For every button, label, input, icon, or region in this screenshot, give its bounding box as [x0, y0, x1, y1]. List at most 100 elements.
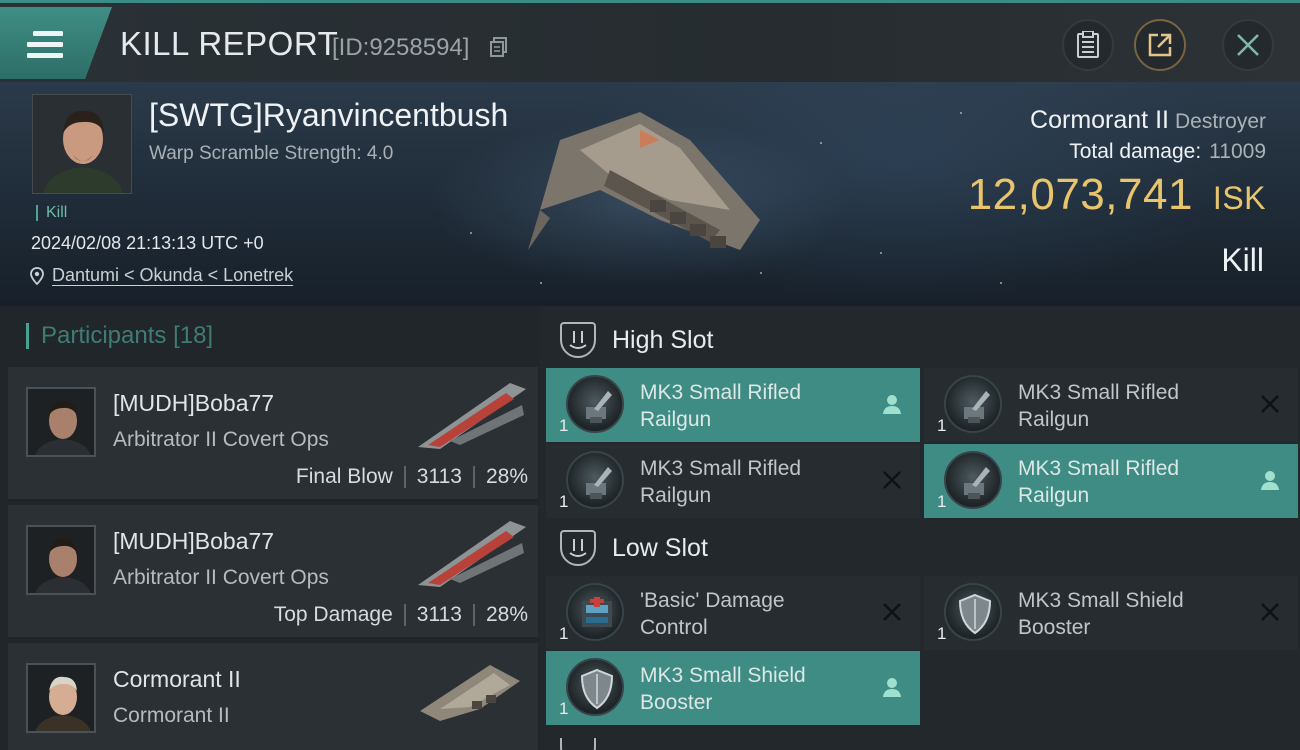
- module-quantity: 1: [937, 416, 947, 435]
- menu-button[interactable]: [0, 7, 112, 79]
- participant-stats: Final Blow 3113 28%: [296, 465, 528, 489]
- participant-stats: Top Damage 3113 28%: [274, 603, 528, 627]
- module-item[interactable]: 1 'Basic' Damage Control: [546, 576, 920, 650]
- participant-name: [MUDH]Boba77: [113, 528, 275, 554]
- module-name-line1: MK3 Small Shield: [640, 664, 806, 687]
- module-name-line2: Railgun: [640, 408, 712, 431]
- close-button[interactable]: [1222, 19, 1274, 71]
- participants-label: Participants: [41, 322, 167, 349]
- module-name: MK3 Small Rifled Railgun: [1018, 379, 1238, 433]
- module-name: MK3 Small Rifled Railgun: [1018, 455, 1238, 509]
- low-slot-header: Low Slot: [560, 530, 708, 566]
- share-button[interactable]: [1134, 19, 1186, 71]
- clipboard-button[interactable]: [1062, 19, 1114, 71]
- close-icon: [1237, 34, 1259, 56]
- participant-name: Cormorant II: [113, 666, 241, 692]
- module-name-line2: Railgun: [1018, 484, 1090, 507]
- total-damage-label: Total damage:: [1069, 140, 1202, 163]
- module-item[interactable]: 1 MK3 Small Rifled Railgun: [546, 444, 920, 518]
- destroyed-x-icon: [883, 603, 901, 621]
- participant-row[interactable]: Cormorant II Cormorant II: [8, 643, 538, 750]
- participants-header: Participants [18]: [26, 323, 213, 349]
- railgun-icon: [566, 375, 624, 433]
- page-title: KILL REPORT: [120, 25, 339, 62]
- copy-icon[interactable]: [490, 37, 508, 57]
- character-portrait-icon: [28, 665, 94, 731]
- low-slot-icon: [560, 530, 596, 566]
- participant-percent: 28%: [485, 465, 528, 488]
- top-bar: KILL REPORT [ID:9258594]: [0, 0, 1300, 82]
- participant-avatar: [26, 525, 96, 595]
- participant-name: [MUDH]Boba77: [113, 390, 275, 416]
- module-name-line2: Railgun: [1018, 408, 1090, 431]
- divider: [403, 604, 406, 626]
- high-slot-header: High Slot: [560, 322, 713, 358]
- shield-booster-icon: [566, 658, 624, 716]
- module-name-line2: Railgun: [640, 484, 712, 507]
- module-quantity: 1: [937, 624, 947, 643]
- participant-avatar: [26, 387, 96, 457]
- shield-booster-icon: [944, 583, 1002, 641]
- victim-summary: [SWTG]Ryanvincentbush Warp Scramble Stre…: [0, 82, 1300, 306]
- module-quantity: 1: [559, 416, 569, 435]
- module-item[interactable]: 1 MK3 Small Rifled Railgun: [546, 368, 920, 442]
- module-name-line1: MK3 Small Shield: [1018, 589, 1184, 612]
- module-quantity: 1: [937, 492, 947, 511]
- module-name: MK3 Small Rifled Railgun: [640, 379, 860, 433]
- hamburger-icon: [27, 31, 63, 64]
- victim-portrait[interactable]: [32, 94, 132, 194]
- fittings-panel: High Slot 1 MK3 Small Rifled Railgun 1 MK…: [540, 306, 1300, 750]
- share-icon: [1148, 33, 1172, 57]
- victim-name[interactable]: [SWTG]Ryanvincentbush: [149, 97, 508, 134]
- high-slot-icon: [560, 322, 596, 358]
- module-name-line2: Booster: [1018, 616, 1091, 639]
- total-damage: Total damage: 11009: [1069, 140, 1266, 164]
- character-portrait-icon: [33, 95, 131, 193]
- isk-value: 12,073,741 ISK: [968, 170, 1266, 220]
- high-slot-label: High Slot: [612, 325, 714, 354]
- kill-result: Kill: [1221, 242, 1264, 278]
- pilot-icon: [883, 395, 901, 414]
- module-item[interactable]: 1 MK3 Small Shield Booster: [546, 651, 920, 725]
- module-name-line2: Control: [640, 616, 708, 639]
- participants-count: [18]: [173, 322, 214, 349]
- railgun-icon: [944, 451, 1002, 509]
- damage-control-icon: [566, 583, 624, 641]
- divider: [472, 466, 475, 488]
- warp-scramble-strength: Warp Scramble Strength: 4.0: [149, 143, 394, 164]
- location-pin-icon: [30, 266, 44, 285]
- railgun-icon: [566, 451, 624, 509]
- low-slot-label: Low Slot: [612, 533, 708, 562]
- kill-tag: Kill: [36, 205, 67, 221]
- module-name-line2: Booster: [640, 691, 713, 714]
- total-damage-value: 11009: [1209, 140, 1266, 163]
- character-portrait-icon: [28, 527, 94, 593]
- ship-name[interactable]: Cormorant II Destroyer: [1030, 106, 1266, 135]
- pilot-icon: [883, 678, 901, 697]
- participant-ship: Arbitrator II Covert Ops: [113, 428, 329, 451]
- isk-amount: 12,073,741: [967, 170, 1193, 219]
- mid-slot-icon: [560, 738, 596, 750]
- module-name: MK3 Small Shield Booster: [1018, 587, 1238, 641]
- character-portrait-icon: [28, 389, 94, 455]
- module-item[interactable]: 1 MK3 Small Shield Booster: [924, 576, 1298, 650]
- isk-unit: ISK: [1212, 180, 1266, 216]
- railgun-icon: [944, 375, 1002, 433]
- module-item[interactable]: 1 MK3 Small Rifled Railgun: [924, 368, 1298, 442]
- participant-ship: Arbitrator II Covert Ops: [113, 566, 329, 589]
- location-link[interactable]: Dantumi < Okunda < Lonetrek: [30, 265, 293, 286]
- module-name: MK3 Small Shield Booster: [640, 662, 860, 716]
- destroyed-x-icon: [883, 471, 901, 489]
- location-text: Dantumi < Okunda < Lonetrek: [52, 265, 294, 285]
- participant-role: Top Damage: [273, 603, 393, 626]
- module-item[interactable]: 1 MK3 Small Rifled Railgun: [924, 444, 1298, 518]
- destroyed-x-icon: [1261, 603, 1279, 621]
- module-quantity: 1: [559, 624, 569, 643]
- clipboard-icon: [1077, 31, 1099, 58]
- module-name: MK3 Small Rifled Railgun: [640, 455, 860, 509]
- module-name-line1: MK3 Small Rifled: [1018, 381, 1180, 404]
- victim-ship-image[interactable]: [520, 100, 790, 280]
- participant-row[interactable]: [MUDH]Boba77 Arbitrator II Covert Ops Fi…: [8, 367, 538, 501]
- participant-row[interactable]: [MUDH]Boba77 Arbitrator II Covert Ops To…: [8, 505, 538, 639]
- module-quantity: 1: [559, 492, 569, 511]
